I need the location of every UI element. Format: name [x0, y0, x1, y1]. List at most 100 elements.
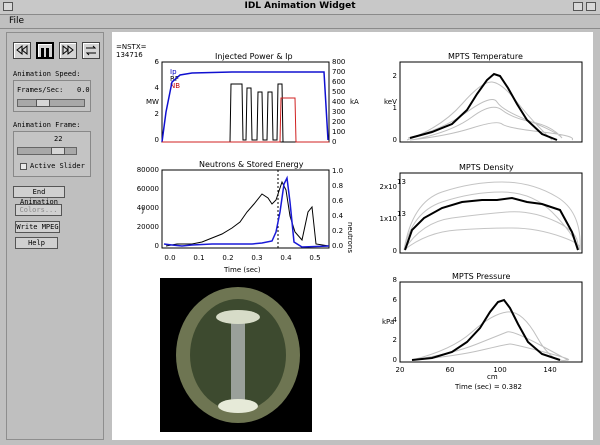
temp-axes: [399, 61, 583, 143]
forward-icon[interactable]: [59, 42, 77, 59]
rf-series: [162, 97, 329, 143]
frames-label: Frames/Sec:: [17, 86, 64, 94]
speed-slider[interactable]: [17, 99, 85, 107]
density-y-tick: 0: [393, 247, 397, 255]
power-left-tick: 4: [155, 84, 160, 92]
pressure-y-tick: 4: [393, 316, 398, 324]
power-right-tick: 700: [332, 68, 345, 76]
power-right-tick: 300: [332, 108, 345, 116]
stored-energy-series: [165, 180, 330, 247]
power-right-tick: 400: [332, 98, 345, 106]
power-left-tick: 0: [155, 136, 159, 144]
ip-series: [161, 71, 329, 143]
pressure-y-tick: 8: [393, 276, 397, 284]
neutrons-left-tick: 20000: [137, 223, 159, 231]
power-right-tick: 200: [332, 118, 345, 126]
power-left-tick: 6: [155, 58, 160, 66]
pressure-axes: [399, 281, 583, 363]
camera-top-glow: [216, 310, 260, 324]
neutrons-left-tick: 0: [155, 242, 159, 250]
neutrons-right-tick: 0.6: [332, 197, 344, 205]
temp-y-tick: 0: [393, 136, 397, 144]
minimize-icon[interactable]: [573, 2, 583, 11]
neutrons-right-tick: 0.2: [332, 227, 343, 235]
temp-y-tick: 2: [393, 72, 397, 80]
neutrons-x-tick: 0.0: [164, 254, 175, 262]
frame-slider[interactable]: [17, 147, 77, 155]
power-left-tick: 2: [155, 110, 159, 118]
pressure-profiles: [411, 311, 570, 362]
power-right-tick: 500: [332, 88, 345, 96]
density-y-tick: 1x10: [379, 215, 397, 223]
neutrons-left-tick: 60000: [137, 185, 159, 193]
neutrons-x-tick: 0.4: [280, 254, 292, 262]
power-ylabel-left: MW: [146, 98, 159, 106]
pressure-y-tick: 6: [393, 296, 398, 304]
density-y-tick: 2x10: [379, 183, 397, 191]
maximize-icon[interactable]: [586, 2, 596, 11]
neutrons-x-tick: 0.1: [193, 254, 204, 262]
end-animation-button[interactable]: End Animation: [13, 186, 65, 206]
frames-value: 0.0: [77, 86, 90, 94]
pressure-x-tick: 20: [396, 366, 405, 374]
power-title: Injected Power & Ip: [215, 52, 293, 61]
shot-number: 134716: [116, 51, 143, 59]
pressure-x-tick: 100: [493, 366, 506, 374]
menu-file[interactable]: File: [9, 16, 24, 26]
neutrons-x-tick: 0.5: [309, 254, 320, 262]
window-title: IDL Animation Widget: [244, 1, 356, 11]
menu-bar: File: [0, 15, 600, 29]
power-ylabel-right: kA: [350, 98, 359, 106]
neutrons-right-tick: 1.0: [332, 167, 343, 175]
speed-slider-thumb[interactable]: [36, 99, 50, 107]
neutrons-left-tick: 80000: [137, 166, 159, 174]
title-bar[interactable]: IDL Animation Widget: [0, 0, 600, 15]
rewind-icon[interactable]: [13, 42, 31, 59]
pressure-y-tick: 2: [393, 336, 397, 344]
animation-canvas: =NSTX= 134716 Injected Power & Ip MW kA …: [112, 32, 593, 440]
pause-icon[interactable]: [36, 42, 54, 59]
active-slider-checkbox[interactable]: [20, 163, 27, 170]
power-right-tick: 100: [332, 128, 345, 136]
neutrons-xlabel: Time (sec): [223, 266, 261, 274]
cycle-icon[interactable]: [82, 42, 100, 59]
density-profiles: [403, 181, 581, 251]
active-slider-label: Active Slider: [30, 162, 85, 170]
camera-bottom-glow: [218, 399, 258, 413]
nstx-logo: =NSTX=: [116, 43, 147, 51]
density-title: MPTS Density: [459, 163, 514, 172]
pressure-x-tick: 140: [543, 366, 556, 374]
neutrons-right-tick: 0.8: [332, 182, 343, 190]
frame-value: 22: [54, 135, 63, 143]
power-right-tick: 800: [332, 58, 345, 66]
pressure-x-tick: 60: [446, 366, 455, 374]
neutrons-right-tick: 0.0: [332, 242, 343, 250]
pressure-xlabel: cm: [487, 373, 498, 381]
speed-label: Animation Speed:: [13, 70, 81, 78]
frame-label: Animation Frame:: [13, 121, 81, 129]
power-right-tick: 0: [332, 138, 336, 146]
temp-title: MPTS Temperature: [448, 52, 523, 61]
frame-slider-thumb[interactable]: [51, 147, 65, 155]
write-mpeg-button[interactable]: Write MPEG: [15, 221, 60, 233]
help-button[interactable]: Help: [15, 237, 58, 249]
neutrons-left-tick: 40000: [137, 204, 159, 212]
colors-button[interactable]: Colors...: [15, 204, 62, 216]
neutrons-x-tick: 0.2: [222, 254, 233, 262]
density-y-exp: 13: [397, 210, 406, 218]
neutrons-axes: [161, 169, 330, 249]
density-y-exp: 13: [397, 178, 406, 186]
temp-current: [409, 72, 558, 141]
power-right-tick: 600: [332, 78, 345, 86]
pressure-current: [411, 298, 561, 361]
temp-y-tick: 1: [393, 104, 397, 112]
nb-series: [162, 83, 329, 143]
neutrons-right-tick: 0.4: [332, 212, 344, 220]
neutrons-x-tick: 0.3: [251, 254, 262, 262]
neutrons-title: Neutrons & Stored Energy: [199, 160, 304, 169]
speed-frame: [13, 80, 91, 112]
pressure-title: MPTS Pressure: [452, 272, 510, 281]
pressure-y-tick: 0: [393, 356, 397, 364]
time-readout: Time (sec) = 0.382: [454, 383, 522, 391]
neutrons-ylabel-right: neutrons: [346, 222, 354, 253]
